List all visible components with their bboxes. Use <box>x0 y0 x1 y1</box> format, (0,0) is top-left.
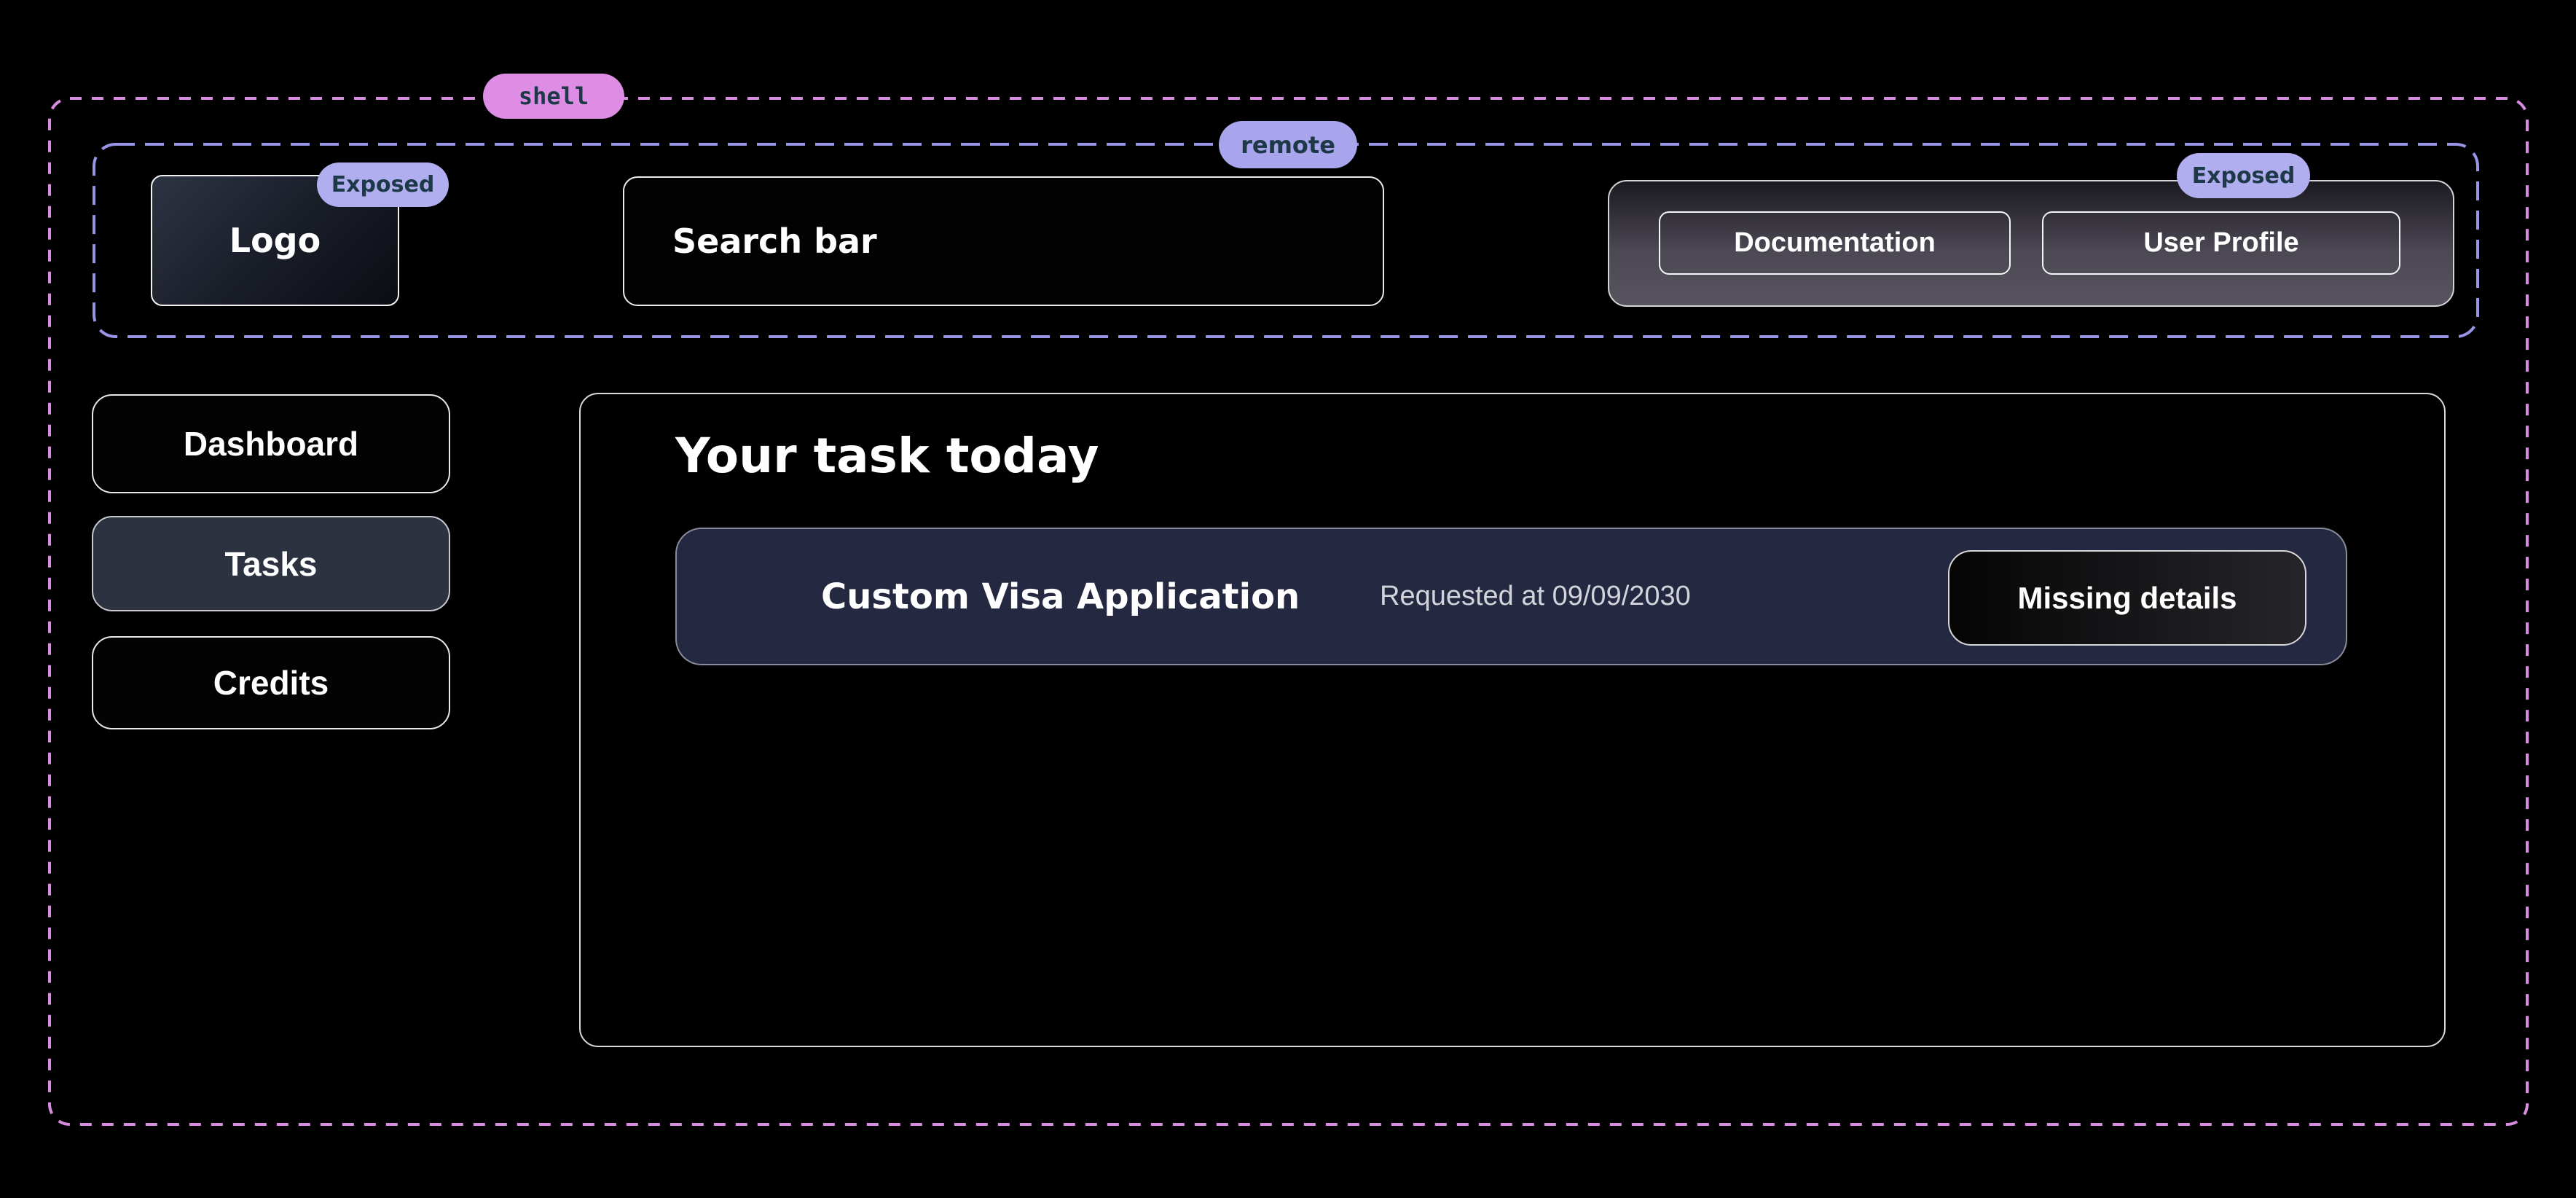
user-profile-button-label: User Profile <box>2143 227 2298 259</box>
exposed-badge-nav-label: Exposed <box>2192 163 2296 189</box>
exposed-badge-nav: Exposed <box>2177 153 2310 198</box>
sidebar-item-tasks[interactable]: Tasks <box>92 516 450 611</box>
main-panel: Your task today Custom Visa Application … <box>579 393 2446 1047</box>
remote-badge-label: remote <box>1241 131 1335 159</box>
exposed-badge-logo: Exposed <box>317 163 449 207</box>
task-requested-at: Requested at 09/09/2030 <box>1380 529 1691 664</box>
task-title: Custom Visa Application <box>821 529 1300 664</box>
shell-badge: shell <box>483 74 624 119</box>
documentation-button[interactable]: Documentation <box>1659 211 2011 275</box>
search-bar-label: Search bar <box>672 222 877 261</box>
missing-details-button[interactable]: Missing details <box>1948 550 2306 646</box>
sidebar-item-dashboard[interactable]: Dashboard <box>92 394 450 493</box>
sidebar-item-tasks-label: Tasks <box>224 544 317 584</box>
page-title: Your task today <box>675 430 1099 483</box>
documentation-button-label: Documentation <box>1734 227 1936 259</box>
logo-label: Logo <box>229 221 321 260</box>
shell-badge-label: shell <box>519 82 589 110</box>
sidebar-item-credits-label: Credits <box>213 663 329 702</box>
sidebar-item-dashboard-label: Dashboard <box>184 424 358 463</box>
canvas: shell remote Logo Exposed Search bar Doc… <box>0 0 2576 1198</box>
remote-badge: remote <box>1219 121 1357 168</box>
search-bar[interactable]: Search bar <box>623 176 1384 306</box>
missing-details-button-label: Missing details <box>2017 581 2237 616</box>
user-profile-button[interactable]: User Profile <box>2042 211 2400 275</box>
task-row: Custom Visa Application Requested at 09/… <box>675 528 2347 665</box>
exposed-badge-logo-label: Exposed <box>331 172 435 197</box>
sidebar-item-credits[interactable]: Credits <box>92 636 450 729</box>
